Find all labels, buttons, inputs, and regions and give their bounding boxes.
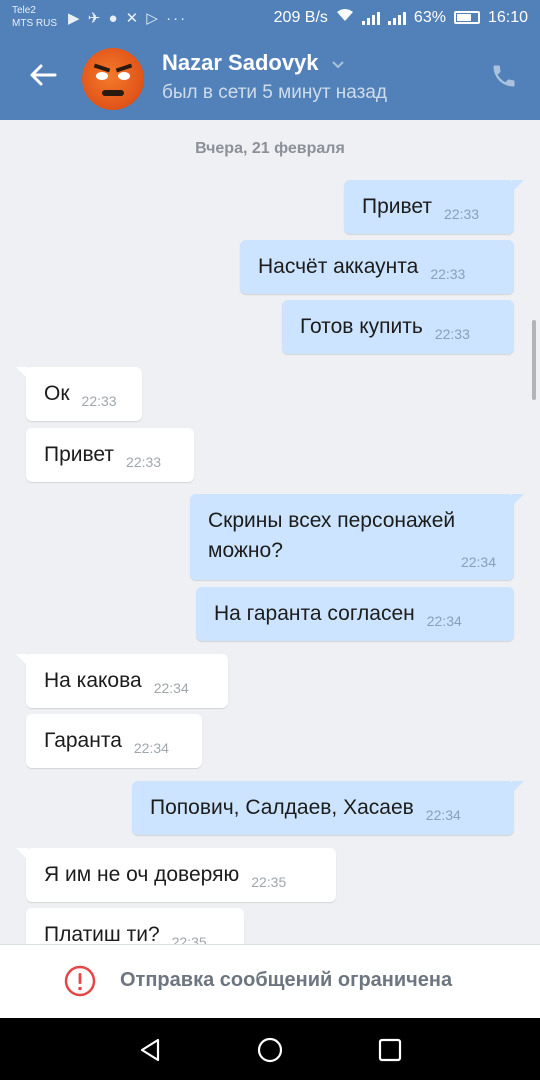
message-time: 22:35: [251, 874, 287, 890]
message-text: Привет: [44, 443, 115, 466]
message-time: 22:33: [434, 326, 470, 342]
chevron-down-icon[interactable]: [330, 56, 346, 72]
message-incoming[interactable]: На какова 22:34: [16, 654, 228, 708]
chat-history[interactable]: Вчера, 21 февраля Привет 22:33 Насчёт акк…: [0, 120, 540, 944]
app-topbar: Tele2 MTS RUS ▶ ✈ ● ✕ ▷ ··· 209 B/s 63% …: [0, 0, 540, 120]
signal-2-icon: [387, 11, 406, 25]
contact-name[interactable]: Nazar Sadovyk: [162, 50, 319, 76]
message-time: 22:35: [171, 934, 207, 944]
square-recent-icon[interactable]: [376, 1036, 404, 1064]
arrow-left-icon[interactable]: [28, 60, 58, 90]
carrier-2: MTS RUS: [12, 18, 57, 29]
message-time: 22:34: [426, 613, 462, 629]
message-incoming[interactable]: Ок 22:33: [16, 367, 142, 421]
message-time: 22:34: [133, 740, 169, 756]
presence-status: был в сети 5 минут назад: [162, 82, 388, 103]
message-text: Ок: [44, 382, 70, 405]
message-text: Скрины всех персонажей можно?: [208, 509, 456, 562]
message-text: На гаранта согласен: [214, 602, 415, 625]
triangle-back-icon[interactable]: [136, 1036, 164, 1064]
carrier-1: Tele2: [12, 5, 36, 16]
date-separator: Вчера, 21 февраля: [195, 140, 345, 157]
message-text: Попович, Салдаев, Хасаев: [150, 796, 414, 819]
status-right: 209 B/s 63% 16:10: [274, 8, 528, 27]
message-time: 22:33: [430, 266, 466, 282]
message-outgoing[interactable]: Скрины всех персонажей можно? 22:34: [190, 494, 524, 580]
exclamation-circle-icon: [64, 965, 96, 997]
scrollbar[interactable]: [532, 320, 536, 400]
clock: 16:10: [487, 8, 528, 26]
message-outgoing[interactable]: На гаранта согласен 22:34: [196, 587, 514, 641]
message-text: На какова: [44, 669, 142, 692]
message-text: Я им не оч доверяю: [44, 863, 240, 886]
message-time: 22:33: [444, 206, 480, 222]
wifi-icon: [336, 8, 354, 27]
message-incoming[interactable]: Гаранта 22:34: [26, 714, 202, 768]
message-text: Насчёт аккаунта: [258, 255, 419, 278]
message-incoming[interactable]: Платиш ти? 22:35: [26, 908, 244, 944]
message-outgoing[interactable]: Готов купить 22:33: [282, 300, 514, 354]
message-time: 22:34: [153, 680, 189, 696]
message-text: Готов купить: [300, 315, 423, 338]
phone-icon[interactable]: [490, 62, 518, 90]
android-nav-bar: [0, 1018, 540, 1080]
message-incoming[interactable]: Я им не оч доверяю 22:35: [16, 848, 336, 902]
message-incoming[interactable]: Привет 22:33: [26, 428, 194, 482]
message-outgoing[interactable]: Насчёт аккаунта 22:33: [240, 240, 514, 294]
message-text: Платиш ти?: [44, 923, 160, 944]
chat-header: Nazar Sadovyk был в сети 5 минут назад: [0, 36, 540, 120]
message-outgoing[interactable]: Привет 22:33: [344, 180, 524, 234]
battery-icon: [453, 11, 480, 24]
status-bar: Tele2 MTS RUS ▶ ✈ ● ✕ ▷ ··· 209 B/s 63% …: [0, 0, 540, 36]
message-time: 22:33: [126, 454, 162, 470]
message-text: Гаранта: [44, 729, 122, 752]
battery-percent: 63%: [413, 8, 446, 26]
circle-home-icon[interactable]: [256, 1036, 284, 1064]
avatar[interactable]: [82, 48, 144, 110]
message-time: 22:34: [425, 807, 461, 823]
message-time: 22:33: [81, 393, 117, 409]
notification-icons: ▶ ✈ ● ✕ ▷ ···: [68, 10, 188, 27]
carrier-info: Tele2 MTS RUS: [12, 4, 57, 30]
signal-icon: [361, 11, 380, 25]
net-speed: 209 B/s: [273, 8, 328, 26]
restriction-text: Отправка сообщений ограничена: [120, 969, 453, 991]
message-outgoing[interactable]: Попович, Салдаев, Хасаев 22:34: [132, 781, 524, 835]
messaging-restricted-bar: Отправка сообщений ограничена: [0, 944, 540, 1018]
message-time: 22:34: [460, 554, 496, 570]
message-text: Привет: [362, 195, 433, 218]
